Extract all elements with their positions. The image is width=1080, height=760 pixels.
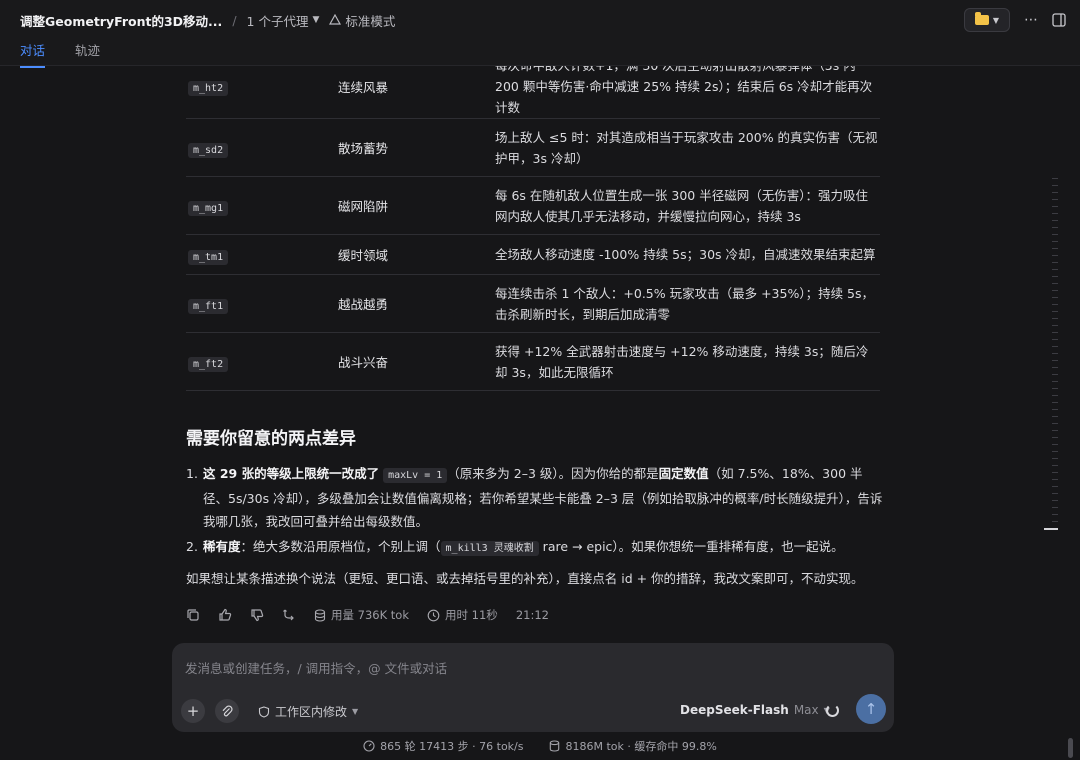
tab-trajectory[interactable]: 轨迹	[75, 40, 100, 68]
table-row: m_sd2 散场蓄势 场上敌人 ≤5 时：对其造成相当于玩家攻击 200% 的真…	[186, 119, 880, 177]
tokens-stat: 8186M tok · 缓存命中 99.8%	[549, 738, 717, 754]
plus-icon: +	[186, 702, 200, 720]
title-row: 调整GeometryFront的3D移动... / 1 个子代理 ▼ 标准模式	[20, 11, 395, 29]
section-heading: 需要你留意的两点差异	[186, 429, 356, 449]
composer-input[interactable]: 发消息或创建任务，/ 调用指令，@ 文件或对话	[185, 658, 447, 677]
card-name: 战斗兴奋	[338, 355, 389, 370]
cards-table: m_ht2 连续风暴 每次命中敌人计数+1，满 30 次后主动射出散射风暴弹体（…	[186, 66, 880, 391]
database-icon	[550, 740, 560, 752]
add-button[interactable]: +	[181, 699, 205, 723]
workspace-folder-button[interactable]: ▼	[964, 8, 1010, 32]
loading-spinner-icon	[826, 704, 839, 717]
message-timestamp: 21:12	[515, 608, 549, 622]
more-options-icon[interactable]: ⋯	[1024, 12, 1038, 28]
chevron-down-icon: ▼	[992, 15, 1000, 25]
tab-conversation[interactable]: 对话	[20, 40, 46, 68]
list-bold-text: 固定数值	[658, 466, 709, 481]
thumbs-down-icon[interactable]	[250, 608, 264, 622]
message-content: m_ht2 连续风暴 每次命中敌人计数+1，满 30 次后主动射出散射风暴弹体（…	[0, 66, 1080, 638]
workspace-label: 工作区内修改	[275, 705, 348, 719]
card-id: m_sd2	[188, 142, 229, 158]
message-actions: 用量 736K tok 用时 11秒 21:12	[186, 607, 549, 623]
time-stat: 用时 11秒	[427, 607, 498, 623]
usage-label: 用量 736K tok	[331, 608, 410, 622]
list-number: 1.	[186, 466, 198, 481]
time-label: 用时 11秒	[445, 608, 498, 622]
table-row: m_mg1 磁网陷阱 每 6s 在随机敌人位置生成一张 300 半径磁网（无伤害…	[186, 177, 880, 235]
session-stats-footer: 865 轮 17413 步 · 76 tok/s 8186M tok · 缓存命…	[0, 738, 1080, 754]
table-row: m_ft1 越战越勇 每连续击杀 1 个敌人：+0.5% 玩家攻击（最多 +35…	[186, 275, 880, 333]
mode-selector[interactable]: 标准模式	[329, 11, 395, 30]
list-bold-text: 这 29 张的等级上限统一改成了	[203, 466, 380, 481]
list-rest-text: ：绝大多数沿用原档位，个别上调（	[240, 539, 441, 554]
arrow-up-icon: ↑	[864, 700, 878, 718]
workspace-mode-dropdown[interactable]: 工作区内修改 ▼	[258, 703, 358, 720]
subagents-label: 1 个子代理	[246, 13, 309, 29]
gauge-icon	[363, 740, 375, 752]
usage-stat: 用量 736K tok	[314, 607, 409, 623]
table-row: m_ht2 连续风暴 每次命中敌人计数+1，满 30 次后主动射出散射风暴弹体（…	[186, 66, 880, 119]
card-description: 每 6s 在随机敌人位置生成一张 300 半径磁网（无伤害）：强力吸住网内敌人使…	[495, 187, 868, 224]
card-description: 每连续击杀 1 个敌人：+0.5% 玩家攻击（最多 +35%）；持续 5s，击杀…	[495, 285, 875, 322]
list-rest-text: （原来多为 2–3 级）。因为你给的都是	[447, 466, 659, 481]
list-item: 2. 稀有度：绝大多数沿用原档位，个别上调（ m_kill3 灵魂收割 rare …	[186, 535, 886, 560]
card-description: 场上敌人 ≤5 时：对其造成相当于玩家攻击 200% 的真实伤害（无视护甲，3s…	[495, 129, 878, 166]
card-name: 越战越勇	[338, 297, 389, 312]
chevron-down-icon: ▼	[312, 15, 320, 25]
card-id: m_mg1	[188, 200, 229, 216]
differences-list: 1. 这 29 张的等级上限统一改成了 maxLv = 1 （原来多为 2–3 级…	[186, 462, 886, 560]
table-row: m_tm1 缓时领域 全场敌人移动速度 -100% 持续 5s；30s 冷却，自…	[186, 235, 880, 275]
shield-edit-icon	[258, 705, 270, 718]
thumbs-up-icon[interactable]	[218, 608, 232, 622]
conversation-tabs: 对话 轨迹	[20, 40, 100, 68]
message-composer: 发消息或创建任务，/ 调用指令，@ 文件或对话 + 工作区内修改 ▼ DeepS…	[172, 643, 894, 732]
clock-icon	[427, 609, 440, 621]
sidebar-toggle-icon[interactable]	[1052, 13, 1066, 27]
card-description: 全场敌人移动速度 -100% 持续 5s；30s 冷却，自减速效果结束起算	[495, 247, 876, 262]
mode-icon	[329, 14, 342, 25]
list-text: 稀有度：绝大多数沿用原档位，个别上调（ m_kill3 灵魂收割 rare → e…	[203, 535, 886, 560]
model-name: DeepSeek-Flash	[680, 703, 789, 717]
rounds-stat: 865 轮 17413 步 · 76 tok/s	[363, 738, 523, 754]
closing-paragraph: 如果想让某条描述换个说法（更短、更口语、或去掉括号里的补充），直接点名 id +…	[186, 571, 864, 586]
title-separator: /	[232, 12, 237, 28]
list-number: 2.	[186, 539, 198, 554]
list-item: 1. 这 29 张的等级上限统一改成了 maxLv = 1 （原来多为 2–3 级…	[186, 462, 886, 533]
send-button[interactable]: ↑	[856, 694, 886, 724]
outline-scroll-indicator[interactable]	[1044, 178, 1060, 536]
folder-icon	[974, 12, 989, 25]
tokens-label: 8186M tok · 缓存命中 99.8%	[565, 740, 717, 753]
subagents-dropdown[interactable]: 1 个子代理 ▼	[247, 11, 320, 30]
list-rest-text: rare → epic）。如果你想统一重排稀有度，也一起说。	[538, 539, 844, 554]
copy-icon[interactable]	[186, 608, 200, 622]
inline-code: maxLv = 1	[383, 468, 448, 483]
top-bar: 调整GeometryFront的3D移动... / 1 个子代理 ▼ 标准模式 …	[0, 0, 1080, 68]
card-description: 获得 +12% 全武器射击速度与 +12% 移动速度，持续 3s；随后冷却 3s…	[495, 343, 869, 380]
inline-code: m_kill3 灵魂收割	[440, 541, 539, 556]
card-name: 磁网陷阱	[338, 199, 389, 214]
chevron-down-icon: ▼	[352, 707, 359, 716]
mode-label: 标准模式	[345, 13, 396, 29]
attach-button[interactable]	[215, 699, 239, 723]
model-level: Max	[793, 703, 819, 717]
paperclip-icon	[222, 705, 233, 716]
branch-icon[interactable]	[282, 608, 296, 622]
rounds-label: 865 轮 17413 步 · 76 tok/s	[380, 740, 524, 753]
card-id: m_ft2	[188, 356, 229, 372]
model-selector[interactable]: DeepSeek-Flash Max ▼	[680, 703, 830, 717]
card-id: m_ht2	[188, 81, 229, 96]
conversation-title[interactable]: 调整GeometryFront的3D移动...	[20, 11, 222, 30]
card-name: 散场蓄势	[338, 141, 389, 156]
card-id: m_ft1	[188, 298, 229, 314]
card-name: 连续风暴	[338, 79, 389, 95]
list-text: 这 29 张的等级上限统一改成了 maxLv = 1 （原来多为 2–3 级）。因…	[203, 462, 886, 533]
list-bold-text: 稀有度	[203, 539, 241, 554]
database-icon	[314, 608, 326, 622]
top-right-controls: ▼ ⋯	[964, 8, 1066, 32]
card-name: 缓时领域	[338, 248, 389, 263]
table-row: m_ft2 战斗兴奋 获得 +12% 全武器射击速度与 +12% 移动速度，持续…	[186, 333, 880, 391]
card-id: m_tm1	[188, 249, 229, 265]
card-description: 每次命中敌人计数+1，满 30 次后主动射出散射风暴弹体（5s 内 200 颗中…	[495, 66, 873, 115]
